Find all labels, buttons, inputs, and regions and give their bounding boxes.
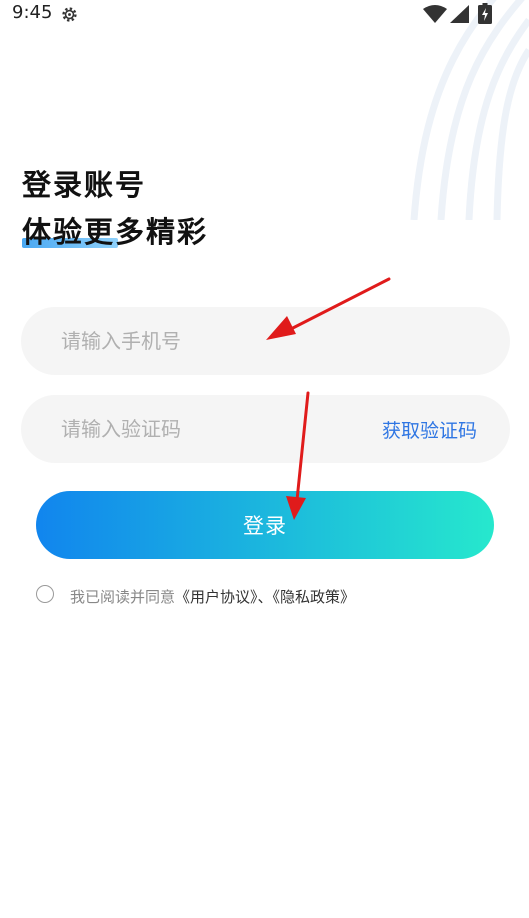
- status-bar: 9:45: [0, 0, 529, 30]
- code-input[interactable]: [61, 395, 361, 463]
- privacy-policy-link[interactable]: 《隐私政策》: [273, 588, 356, 606]
- page-subtitle: 体验更多精彩: [22, 215, 209, 249]
- login-button[interactable]: 登录: [36, 491, 494, 559]
- agreement-text: 我已阅读并同意《用户协议》、《隐私政策》: [70, 586, 355, 607]
- user-agreement-link[interactable]: 《用户协议》: [175, 588, 258, 606]
- gear-icon: [62, 7, 77, 22]
- agreement-prefix: 我已阅读并同意: [70, 588, 176, 606]
- agreement-separator: 、: [257, 588, 273, 606]
- status-time: 9:45: [12, 2, 53, 23]
- agreement-checkbox[interactable]: [36, 585, 54, 603]
- page-title: 登录账号: [22, 168, 147, 202]
- wifi-icon: [423, 5, 447, 23]
- signal-icon: [450, 5, 469, 23]
- get-code-button[interactable]: 获取验证码: [382, 416, 477, 443]
- code-field: 获取验证码: [21, 395, 510, 463]
- phone-input[interactable]: [61, 307, 481, 375]
- battery-charging-icon: [478, 3, 492, 24]
- phone-field: [21, 307, 510, 375]
- decorative-arcs: [410, 0, 529, 220]
